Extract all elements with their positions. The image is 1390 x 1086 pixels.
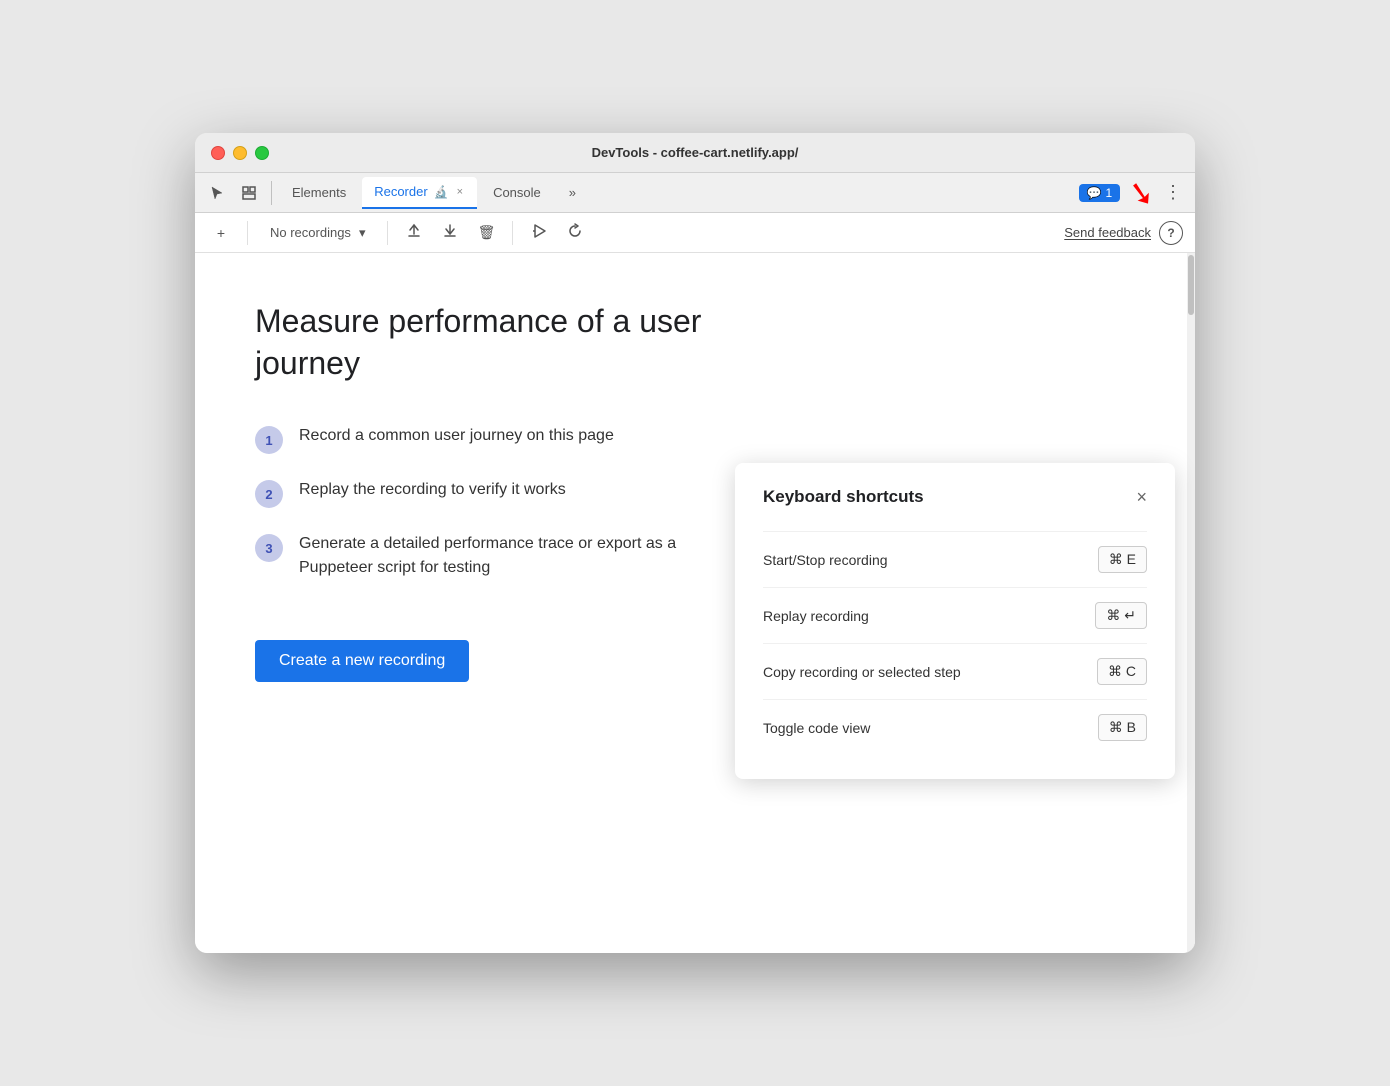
play-btn[interactable] <box>525 219 553 247</box>
shortcuts-popup: Keyboard shortcuts × Start/Stop recordin… <box>735 463 1175 779</box>
notification-icon: 💬 <box>1087 186 1102 200</box>
shortcuts-close-btn[interactable]: × <box>1136 488 1147 506</box>
recordings-dropdown[interactable]: No recordings ▾ <box>260 221 375 245</box>
close-button[interactable] <box>211 146 225 160</box>
cursor-icon-btn[interactable] <box>203 179 231 207</box>
step-text-1: Record a common user journey on this pag… <box>299 424 614 448</box>
scrollbar-track[interactable] <box>1187 253 1195 953</box>
delete-icon: 🗑 <box>478 224 496 241</box>
shortcut-row-1: Start/Stop recording ⌘ E <box>763 531 1147 587</box>
traffic-lights <box>211 146 269 160</box>
notification-badge[interactable]: 💬 1 <box>1079 184 1121 202</box>
cursor-icon <box>209 185 225 201</box>
more-tabs-icon: » <box>569 185 576 200</box>
fullscreen-button[interactable] <box>255 146 269 160</box>
step-text-2: Replay the recording to verify it works <box>299 478 566 502</box>
minimize-button[interactable] <box>233 146 247 160</box>
recorder-tab-close[interactable]: × <box>455 184 465 200</box>
toolbar-divider-3 <box>512 221 513 245</box>
export-btn[interactable] <box>400 219 428 247</box>
shortcut-key-3: ⌘ C <box>1097 658 1147 685</box>
elements-tab-label: Elements <box>292 185 346 200</box>
send-feedback-btn[interactable]: Send feedback <box>1064 225 1151 240</box>
replay-btn[interactable] <box>561 219 589 247</box>
steps-list: 1 Record a common user journey on this p… <box>255 424 735 580</box>
shortcut-key-4: ⌘ B <box>1098 714 1147 741</box>
notification-count: 1 <box>1106 186 1113 200</box>
create-recording-btn[interactable]: Create a new recording <box>255 640 469 682</box>
console-tab-label: Console <box>493 185 541 200</box>
step-item-1: 1 Record a common user journey on this p… <box>255 424 735 454</box>
tabs-bar: Elements Recorder 🔬 × Console » 💬 1 ➘ ⋮ <box>195 173 1195 213</box>
export-icon <box>406 223 422 242</box>
question-mark-icon: ? <box>1167 226 1174 240</box>
close-icon: × <box>1136 487 1147 507</box>
shortcut-label-3: Copy recording or selected step <box>763 664 961 680</box>
recorder-tab-icon: 🔬 <box>434 185 449 199</box>
main-heading: Measure performance of a user journey <box>255 301 735 384</box>
shortcut-row-3: Copy recording or selected step ⌘ C <box>763 643 1147 699</box>
dropdown-chevron-icon: ▾ <box>359 225 366 241</box>
step-item-2: 2 Replay the recording to verify it work… <box>255 478 735 508</box>
no-recordings-label: No recordings <box>270 225 351 240</box>
devtools-more-btn[interactable]: ⋮ <box>1159 179 1187 207</box>
shortcut-label-2: Replay recording <box>763 608 869 624</box>
toolbar-divider-1 <box>247 221 248 245</box>
toolbar-divider-2 <box>387 221 388 245</box>
layers-icon <box>241 185 257 201</box>
shortcut-row-2: Replay recording ⌘ ↵ <box>763 587 1147 643</box>
scrollbar-thumb[interactable] <box>1188 255 1194 315</box>
tab-more[interactable]: » <box>557 177 588 209</box>
add-recording-btn[interactable]: + <box>207 219 235 247</box>
step-number-3: 3 <box>255 534 283 562</box>
step-number-2: 2 <box>255 480 283 508</box>
shortcut-key-2: ⌘ ↵ <box>1095 602 1147 629</box>
shortcuts-title: Keyboard shortcuts <box>763 487 924 507</box>
step-text-3: Generate a detailed performance trace or… <box>299 532 735 580</box>
import-icon <box>442 223 458 242</box>
step-item-3: 3 Generate a detailed performance trace … <box>255 532 735 580</box>
help-btn[interactable]: ? <box>1159 221 1183 245</box>
shortcut-label-1: Start/Stop recording <box>763 552 888 568</box>
delete-btn[interactable]: 🗑 <box>472 219 500 247</box>
shortcut-key-1: ⌘ E <box>1098 546 1147 573</box>
layers-icon-btn[interactable] <box>235 179 263 207</box>
replay-icon <box>567 223 583 242</box>
main-area: Measure performance of a user journey 1 … <box>195 253 1195 953</box>
tab-recorder[interactable]: Recorder 🔬 × <box>362 177 477 209</box>
window-title: DevTools - coffee-cart.netlify.app/ <box>592 145 799 160</box>
import-btn[interactable] <box>436 219 464 247</box>
add-icon: + <box>217 225 225 241</box>
shortcut-label-4: Toggle code view <box>763 720 870 736</box>
recorder-tab-label: Recorder <box>374 184 427 199</box>
shortcuts-header: Keyboard shortcuts × <box>763 487 1147 507</box>
shortcut-row-4: Toggle code view ⌘ B <box>763 699 1147 755</box>
tab-console[interactable]: Console <box>481 177 553 209</box>
title-bar: DevTools - coffee-cart.netlify.app/ <box>195 133 1195 173</box>
play-icon <box>531 223 547 242</box>
devtools-window: DevTools - coffee-cart.netlify.app/ Elem… <box>195 133 1195 953</box>
main-content: Measure performance of a user journey 1 … <box>195 253 1195 953</box>
step-number-1: 1 <box>255 426 283 454</box>
highlight-arrow: ➘ <box>1125 171 1158 213</box>
tab-elements[interactable]: Elements <box>280 177 358 209</box>
recorder-toolbar: + No recordings ▾ 🗑 <box>195 213 1195 253</box>
tabs-divider-1 <box>271 181 272 205</box>
